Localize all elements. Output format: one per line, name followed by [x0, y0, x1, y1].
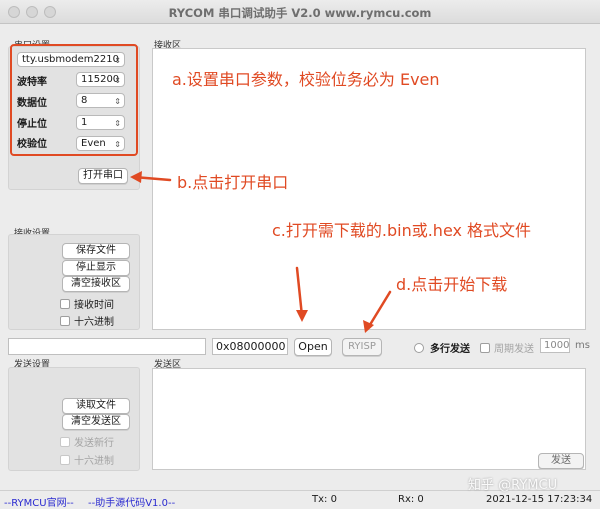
annotation-arrows: [130, 171, 392, 333]
tx-counter: Tx: 0: [312, 494, 337, 505]
source-code-link[interactable]: --助手源代码V1.0--: [88, 494, 175, 509]
arrow-to-ryisp: [366, 290, 392, 330]
official-site-link[interactable]: --RYMCU官网--: [4, 494, 74, 509]
arrowhead-open-port: [130, 171, 142, 183]
arrow-to-open-file: [295, 266, 304, 318]
rx-counter: Rx: 0: [398, 494, 424, 505]
datetime-display: 2021-12-15 17:23:34: [486, 494, 593, 505]
watermark: 知乎 @RYMCU: [468, 478, 558, 493]
arrowhead-open-file: [296, 310, 308, 322]
